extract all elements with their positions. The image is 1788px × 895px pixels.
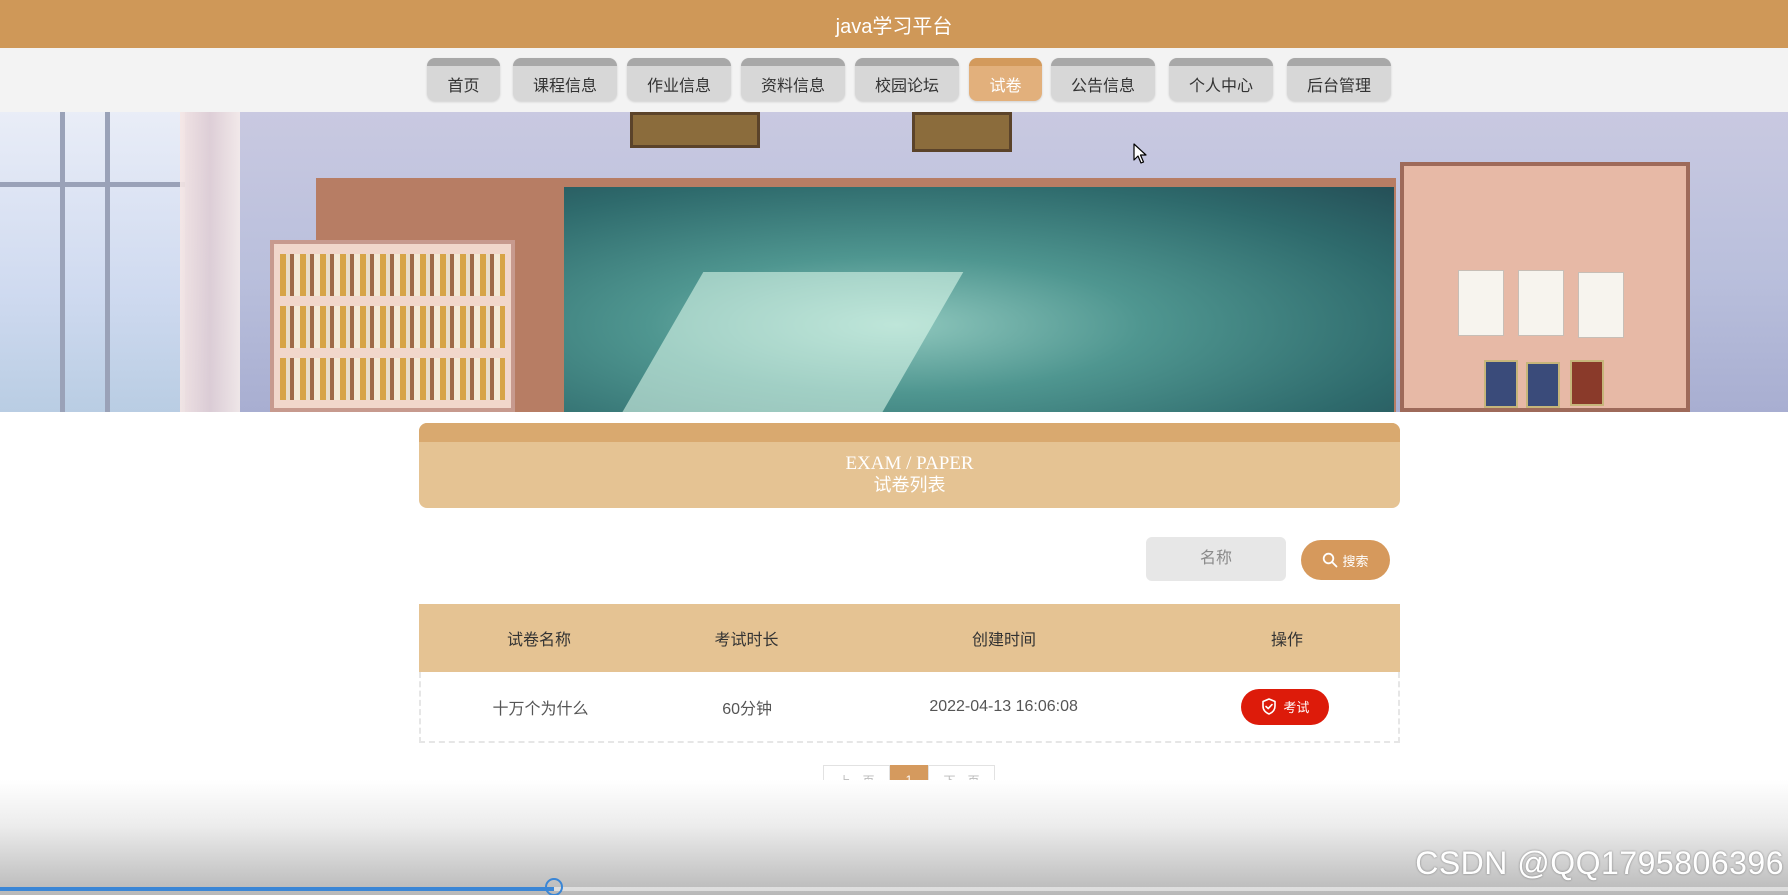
nav-item-label: 作业信息 [646,77,711,95]
nav-item-label: 首页 [447,77,480,95]
cell-created-time: 2022-04-13 16:06:08 [929,697,1078,715]
search-icon [1323,552,1338,568]
cell-duration: 60分钟 [722,700,773,718]
main-nav: 首页 课程信息 作业信息 资料信息 校园论坛 试卷 公告信息 个人中心 后台管理 [0,48,1788,112]
nav-item-profile[interactable]: 个人中心 [1169,58,1273,101]
banner-paper-note [1518,270,1564,336]
banner-paper-note [1458,270,1504,336]
table-row: 十万个为什么 60分钟 2022-04-13 16:06:08 考试 [419,672,1400,743]
watermark-text: CSDN @QQ1795806396 [1415,845,1784,881]
banner-wall-frame [630,112,760,148]
nav-item-courses[interactable]: 课程信息 [513,58,617,101]
nav-item-forum[interactable]: 校园论坛 [855,58,959,101]
shield-check-icon [1262,698,1277,715]
banner-curtain [180,112,240,412]
banner-paper-note [1578,272,1624,338]
video-progress-fill [0,887,554,891]
section-title-cn: 试卷列表 [873,475,946,495]
nav-item-exam[interactable]: 试卷 [969,58,1042,101]
cell-action: 考试 [1173,688,1398,725]
take-exam-label: 考试 [1283,700,1310,715]
search-button[interactable]: 搜索 [1301,540,1390,580]
table-header-row: 试卷名称 考试时长 创建时间 操作 [419,604,1400,672]
banner-poster [1484,360,1518,408]
nav-item-admin[interactable]: 后台管理 [1287,58,1391,101]
bookshelf-row [280,306,505,348]
site-header: java学习平台 [0,0,1788,48]
column-header-duration: 考试时长 [714,632,779,649]
column-header-created: 创建时间 [971,632,1036,649]
nav-item-label: 后台管理 [1306,77,1371,95]
search-input[interactable] [1146,537,1286,581]
nav-item-home[interactable]: 首页 [427,58,500,101]
nav-item-materials[interactable]: 资料信息 [741,58,845,101]
banner-wall-frame [912,112,1012,152]
banner-bookshelf [270,240,515,412]
column-header-name: 试卷名称 [506,632,571,649]
banner-poster [1526,362,1560,408]
search-button-label: 搜索 [1342,553,1369,569]
nav-item-notices[interactable]: 公告信息 [1051,58,1155,101]
cell-exam-name: 十万个为什么 [492,700,589,718]
banner-window [0,112,185,412]
bookshelf-row [280,358,505,400]
nav-item-label: 试卷 [989,77,1022,95]
section-title-en: EXAM / PAPER [845,453,974,474]
take-exam-button[interactable]: 考试 [1241,688,1330,725]
banner-window-bar [0,182,185,187]
section-title-panel: EXAM / PAPER 试卷列表 [419,423,1400,508]
nav-item-label: 课程信息 [532,77,597,95]
banner-window-bar [105,112,110,412]
nav-item-label: 公告信息 [1070,77,1135,95]
bookshelf-row [280,254,505,296]
nav-item-label: 校园论坛 [874,77,939,95]
section-title-strip [419,423,1400,442]
hero-banner-classroom [0,112,1788,412]
banner-window-bar [60,112,65,412]
nav-item-label: 资料信息 [760,77,825,95]
exam-table: 试卷名称 考试时长 创建时间 操作 十万个为什么 60分钟 2022-04-13… [419,604,1400,743]
column-header-action: 操作 [1270,632,1303,649]
mouse-cursor-icon [1133,143,1147,164]
nav-item-homework[interactable]: 作业信息 [627,58,731,101]
nav-item-label: 个人中心 [1188,77,1253,95]
banner-poster [1570,360,1604,406]
site-title: java学习平台 [835,15,953,38]
video-progress-handle[interactable] [545,878,563,895]
